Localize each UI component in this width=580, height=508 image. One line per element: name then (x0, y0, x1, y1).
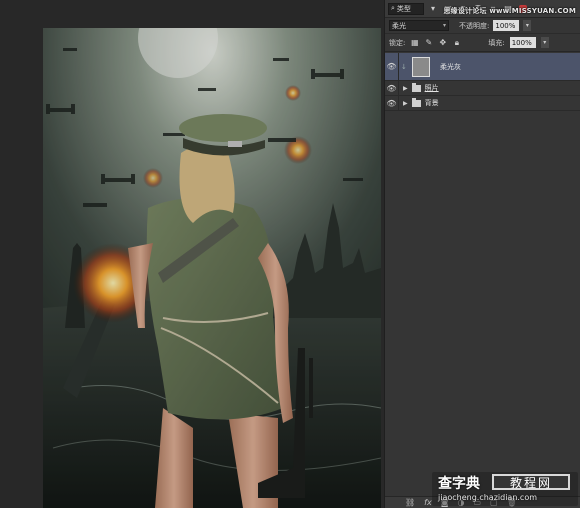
layer-row-photo[interactable]: 👁︎ ▶ 照片 (385, 81, 580, 96)
canvas-area[interactable] (0, 0, 384, 508)
search-icon: ⌕ (391, 4, 395, 12)
folder-icon (411, 82, 421, 92)
layer-row-background[interactable]: 👁︎ ▶ 背景 (385, 96, 580, 111)
layer-name: 柔光灰 (440, 62, 461, 71)
chevron-down-icon: ▾ (442, 22, 446, 29)
fx-icon[interactable]: fx (424, 498, 432, 507)
lock-brush-icon[interactable]: ✎ (424, 38, 433, 47)
fill-arrow-icon[interactable]: ▾ (540, 37, 549, 48)
watermark-box: 教程网 (492, 474, 570, 490)
lock-row: 锁定: ▦ ✎ ✥ 🔒︎ 填充: 100% ▾ (385, 34, 580, 52)
fill-label: 填充: (488, 38, 505, 47)
clip-arrow-icon: ↓ (401, 62, 407, 71)
lock-all-icon[interactable]: 🔒︎ (452, 38, 461, 47)
layer-list: 👁︎ ↓ 柔光灰 👁︎ ▶ 照片 👁︎ ▶ 背景 (385, 53, 580, 111)
expand-triangle-icon[interactable]: ▶ (403, 85, 408, 92)
watermark-url: jiaocheng.chazidian.com (438, 493, 538, 502)
blend-mode-select[interactable]: 柔光 ▾ (389, 20, 449, 31)
lock-transparent-icon[interactable]: ▦ (410, 38, 419, 47)
blend-mode-value: 柔光 (392, 21, 406, 30)
watermark-top: 思缘设计论坛 www.MISSYUAN.COM (443, 7, 576, 15)
lock-position-icon[interactable]: ✥ (438, 38, 447, 47)
layer-row-soft-light-gray[interactable]: 👁︎ ↓ 柔光灰 (385, 53, 580, 81)
chevron-down-icon[interactable]: ▾ (427, 3, 439, 15)
lock-label: 锁定: (389, 38, 406, 47)
opacity-field[interactable]: 100% (493, 20, 520, 31)
opacity-arrow-icon[interactable]: ▾ (523, 20, 532, 31)
document-canvas[interactable] (43, 28, 381, 508)
artwork-image (43, 28, 381, 508)
blend-row: 柔光 ▾ 不透明度: 100% ▾ (385, 18, 580, 34)
visibility-eye-icon[interactable]: 👁︎ (385, 81, 399, 95)
opacity-label: 不透明度: (459, 21, 490, 30)
expand-triangle-icon[interactable]: ▶ (403, 100, 408, 107)
layer-filter-search[interactable]: ⌕ 类型 (388, 2, 424, 15)
fill-field[interactable]: 100% (509, 37, 536, 48)
link-icon[interactable]: ⛓︎ (405, 498, 415, 507)
layer-name: 照片 (424, 84, 439, 92)
folder-icon (411, 97, 421, 107)
filter-kind-label: 类型 (396, 4, 411, 13)
visibility-eye-icon[interactable]: 👁︎ (385, 53, 399, 80)
watermark-logo: 查字典 (438, 476, 480, 492)
layer-thumbnail (412, 56, 430, 77)
layer-name: 背景 (424, 99, 439, 107)
layers-panel: ⌕ 类型 ▾ ▣ ◐ T ⌗ ▤ 柔光 ▾ 不透明度: 100% ▾ 锁定: ▦… (384, 0, 580, 508)
visibility-eye-icon[interactable]: 👁︎ (385, 96, 399, 110)
watermark-bottom: 查字典 教程网 jiaocheng.chazidian.com (432, 472, 578, 506)
